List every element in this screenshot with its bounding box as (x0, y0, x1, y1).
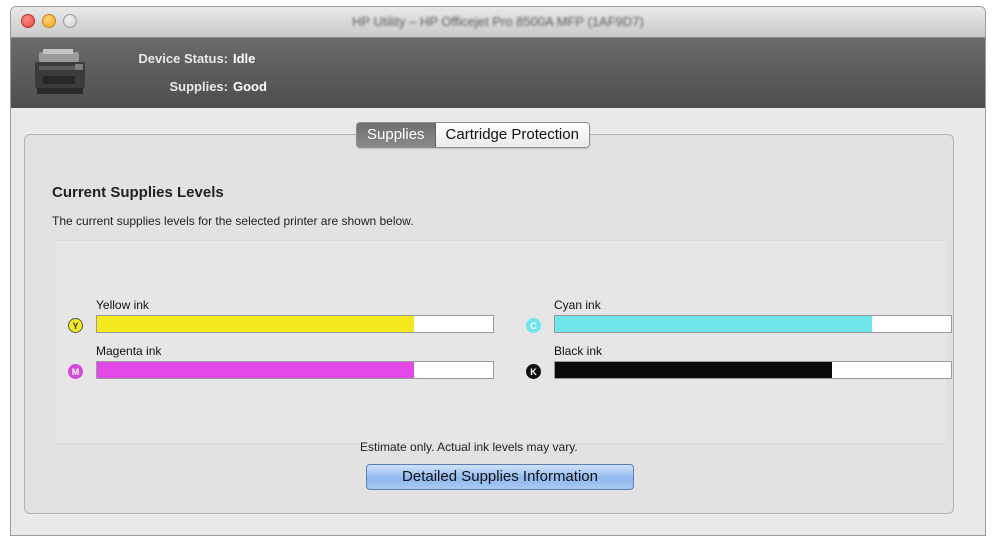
section-description: The current supplies levels for the sele… (52, 214, 414, 228)
device-status-label: Device Status: (138, 51, 228, 66)
section-title: Current Supplies Levels (52, 184, 224, 201)
yellow-ink-label: Yellow ink (96, 298, 149, 312)
black-ink-label: Black ink (554, 344, 603, 358)
black-ink-icon: K (526, 364, 541, 379)
device-status-value: Idle (233, 51, 256, 66)
status-header (11, 38, 985, 108)
levels-area (54, 240, 948, 444)
black-ink-level-bar (554, 361, 952, 379)
tab-supplies[interactable]: Supplies (357, 123, 436, 147)
supplies-label: Supplies: (169, 79, 228, 94)
black-ink-level-fill (555, 362, 833, 378)
magenta-ink-label: Magenta ink (96, 344, 162, 358)
magenta-ink-level-fill (97, 362, 414, 378)
cyan-ink-level-bar (554, 315, 952, 333)
magenta-ink-level-bar (96, 361, 494, 379)
yellow-ink-icon: Y (68, 318, 83, 333)
cyan-ink-label: Cyan ink (554, 298, 601, 312)
cyan-ink-level-fill (555, 316, 872, 332)
yellow-ink-level-bar (96, 315, 494, 333)
detailed-supplies-information-button[interactable]: Detailed Supplies Information (366, 464, 634, 490)
tab-cartridge-protection[interactable]: Cartridge Protection (435, 123, 589, 147)
printer-icon (35, 49, 85, 94)
magenta-ink-icon: M (68, 364, 83, 379)
yellow-ink-level-fill (97, 316, 414, 332)
window-title: HP Utility – HP Officejet Pro 8500A MFP … (352, 14, 644, 29)
tab-bar: Supplies Cartridge Protection (356, 122, 590, 148)
title-bar: HP Utility – HP Officejet Pro 8500A MFP … (11, 7, 985, 38)
supplies-value: Good (233, 79, 267, 94)
estimate-note: Estimate only. Actual ink levels may var… (360, 440, 578, 454)
cyan-ink-icon: C (526, 318, 541, 333)
